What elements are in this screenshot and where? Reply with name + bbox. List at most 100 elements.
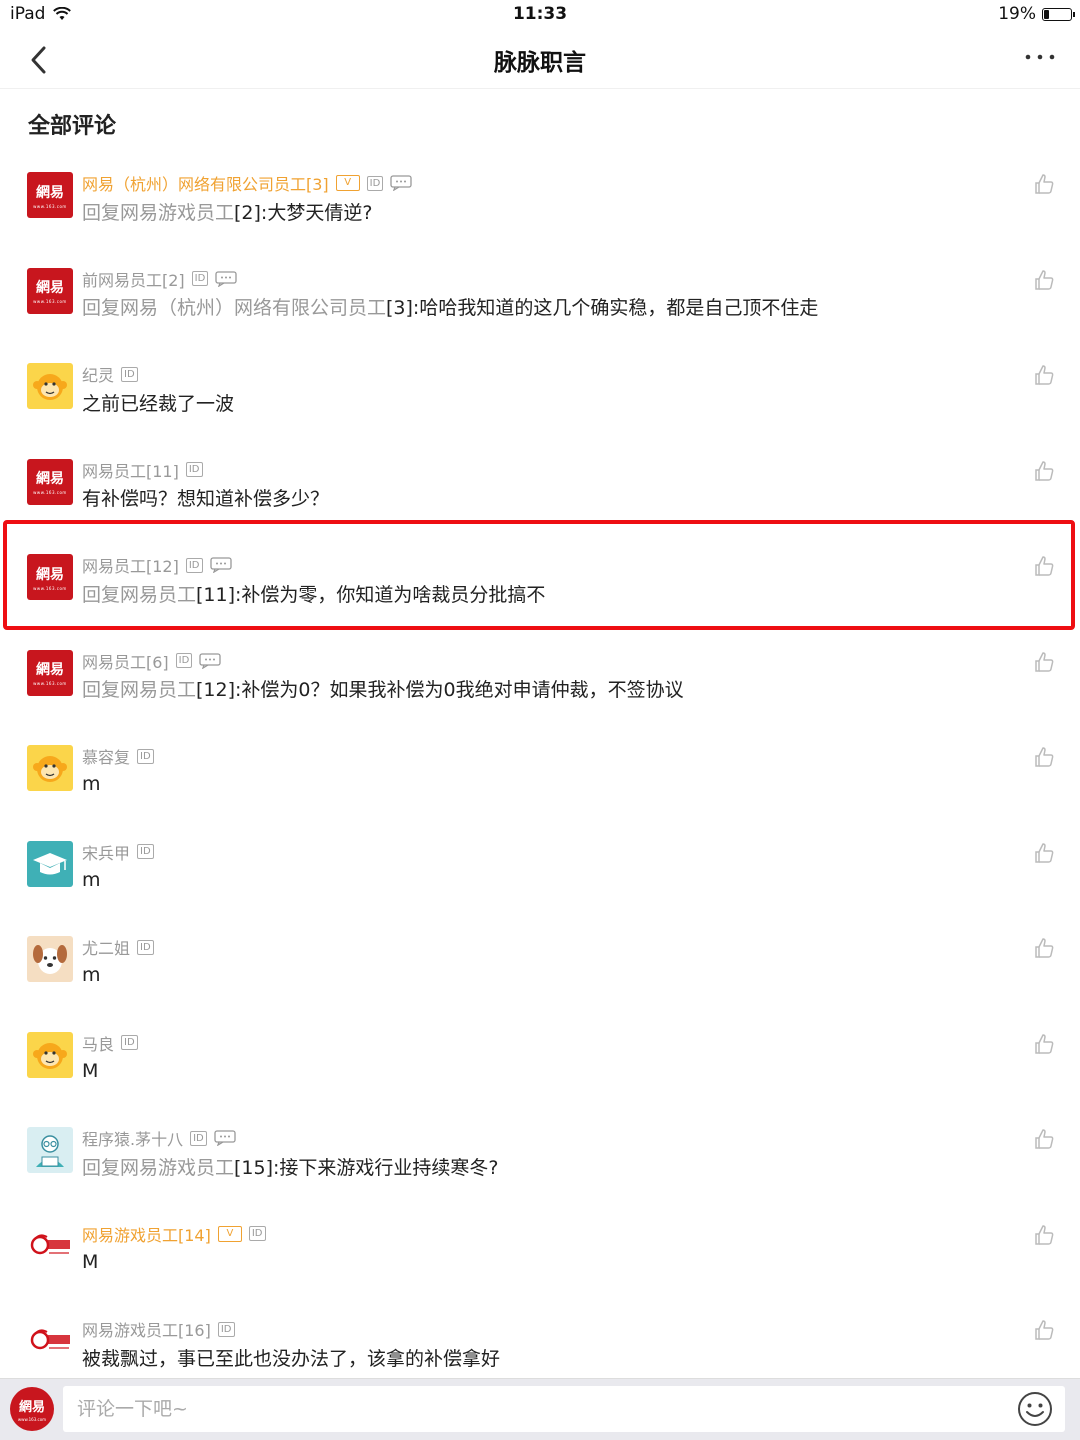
author-name[interactable]: 网易员工[12] <box>82 553 179 577</box>
comment-body[interactable]: 之前已经裁了一波 <box>82 389 234 415</box>
comment-body[interactable]: M <box>82 1249 98 1275</box>
thumbs-up-icon[interactable] <box>1032 268 1056 292</box>
author-name[interactable]: 尤二姐 <box>82 935 130 959</box>
reply-target[interactable]: 回复网易（杭州）网络有限公司员工 <box>82 293 386 320</box>
comment-text: [3]:哈哈我知道的这几个确实稳，都是自己顶不住走 <box>386 297 819 319</box>
thumbs-up-icon[interactable] <box>1032 841 1056 865</box>
comment-text: 被裁飘过，事已至此也没办法了，该拿的补偿拿好 <box>82 1347 501 1370</box>
more-options-icon[interactable] <box>1022 45 1058 69</box>
comment-item[interactable]: 宋兵甲 ID m <box>0 811 1080 907</box>
comment-item[interactable]: 程序猿.茅十八 ID 回复网易游戏员工 [15]:接下来游戏行业持续寒冬? <box>0 1097 1080 1193</box>
comment-item[interactable]: 尤二姐 ID m <box>0 906 1080 1002</box>
comment-text: [15]:接下来游戏行业持续寒冬? <box>234 1156 499 1179</box>
comment-body[interactable]: M <box>82 1058 98 1084</box>
verified-badge: V <box>217 1225 242 1242</box>
chat-bubble-icon[interactable] <box>209 557 232 573</box>
netease-avatar[interactable]: 網易 www.163.com <box>27 458 73 505</box>
comment-item[interactable]: 网易游戏员工[14] V ID M <box>0 1193 1080 1289</box>
monkey-avatar[interactable] <box>27 1031 73 1078</box>
comment-body[interactable]: 有补偿吗？想知道补偿多少？ <box>82 485 329 511</box>
thumbs-up-icon[interactable] <box>1032 745 1056 769</box>
author-name[interactable]: 网易游戏员工[16] <box>82 1317 211 1341</box>
comment-text: M <box>82 1250 99 1273</box>
chat-bubble-icon[interactable] <box>215 270 237 287</box>
reply-target[interactable]: 回复网易游戏员工 <box>82 198 234 225</box>
author-name[interactable]: 宋兵甲 <box>82 840 130 864</box>
user-avatar[interactable]: 網易 www.163.com <box>10 1387 54 1431</box>
graduation-cap-avatar[interactable] <box>27 840 73 887</box>
battery-level <box>1044 9 1049 19</box>
netease-avatar[interactable]: 網易 www.163.com <box>27 649 73 696</box>
comment-item[interactable]: 网易游戏员工[16] ID 被裁飘过，事已至此也没办法了，该拿的补偿拿好 <box>0 1288 1080 1384</box>
netease-avatar[interactable]: 網易 www.163.com <box>27 267 73 314</box>
thumbs-up-icon[interactable] <box>1032 1223 1056 1247</box>
comment-body[interactable]: 被裁飘过，事已至此也没办法了，该拿的补偿拿好 <box>82 1344 500 1370</box>
reply-target[interactable]: 回复网易游戏员工 <box>82 1153 234 1180</box>
id-badge: ID <box>121 1035 138 1050</box>
chat-bubble-icon[interactable] <box>214 1130 236 1146</box>
comment-item[interactable]: 马良 ID M <box>0 1002 1080 1098</box>
author-name[interactable]: 马良 <box>82 1031 114 1055</box>
comment-body[interactable]: 回复网易游戏员工 [2]:大梦天倩逆? <box>82 198 372 224</box>
id-badge: ID <box>191 271 209 286</box>
comment-item[interactable]: 網易 www.163.com 网易员工[6] ID 回复网易员工 [12]:补偿为0？如果… <box>0 620 1080 716</box>
coder-avatar[interactable] <box>27 1127 73 1173</box>
comment-body[interactable]: 回复网易游戏员工 [15]:接下来游戏行业持续寒冬? <box>82 1153 499 1179</box>
comment-body[interactable]: 回复网易（杭州）网络有限公司员工 [3]:哈哈我知道的这几个确实稳，都是自己顶不住… <box>82 294 818 320</box>
reply-target[interactable]: 回复网易员工 <box>82 580 196 607</box>
thumbs-up-icon[interactable] <box>1032 554 1056 578</box>
comment-body[interactable]: m <box>82 867 101 893</box>
chat-bubble-icon[interactable] <box>199 652 221 669</box>
author-name[interactable]: 网易员工[11] <box>82 458 179 482</box>
verified-badge: V <box>335 175 360 191</box>
comment-input-bar: 網易 www.163.com <box>0 1378 1080 1440</box>
comment-item[interactable]: 網易 www.163.com 网易（杭州）网络有限公司员工[3] V ID 回复网易游戏员… <box>0 142 1080 238</box>
comment-text: m <box>82 773 101 795</box>
netease-games-avatar[interactable] <box>27 1318 73 1364</box>
comment-text: m <box>82 868 101 891</box>
reply-target[interactable]: 回复网易员工 <box>82 675 196 702</box>
author-name[interactable]: 网易游戏员工[14] <box>82 1222 211 1246</box>
id-badge: ID <box>366 175 384 191</box>
author-name[interactable]: 纪灵 <box>82 362 114 386</box>
thumbs-up-icon[interactable] <box>1032 459 1056 483</box>
monkey-avatar[interactable] <box>27 745 73 791</box>
author-name[interactable]: 程序猿.茅十八 <box>82 1126 183 1150</box>
comment-item[interactable]: 網易 www.163.com 网易员工[11] ID 有补偿吗？想知道补偿多少？ <box>0 429 1080 525</box>
thumbs-up-icon[interactable] <box>1032 363 1056 387</box>
author-name[interactable]: 网易员工[6] <box>82 649 169 673</box>
comment-meta: 网易游戏员工[14] V ID <box>82 1223 266 1245</box>
comment-body[interactable]: 回复网易员工 [11]:补偿为零，你知道为啥裁员分批搞不 <box>82 580 545 606</box>
page-title: 脉脉职言 <box>494 50 586 76</box>
comment-list: 網易 www.163.com 网易（杭州）网络有限公司员工[3] V ID 回复网易游戏员… <box>0 142 1080 1384</box>
comment-body[interactable]: m <box>82 962 101 988</box>
thumbs-up-icon[interactable] <box>1032 172 1056 196</box>
author-name[interactable]: 慕容复 <box>82 744 130 768</box>
comment-input[interactable] <box>63 1386 1065 1432</box>
thumbs-up-icon[interactable] <box>1032 1127 1056 1151</box>
nav-bar: 脉脉职言 <box>0 30 1080 89</box>
status-bar: iPad 11:33 19% <box>0 0 1080 30</box>
id-badge: ID <box>185 462 203 477</box>
author-name[interactable]: 网易（杭州）网络有限公司员工[3] <box>82 171 329 195</box>
thumbs-up-icon[interactable] <box>1032 1032 1056 1056</box>
comment-meta: 网易游戏员工[16] ID <box>82 1318 235 1340</box>
monkey-avatar[interactable] <box>27 363 73 409</box>
dog-avatar[interactable] <box>27 936 73 982</box>
comment-item[interactable]: 網易 www.163.com 网易员工[12] ID 回复网易员工 [11]:补偿为零，你… <box>0 524 1080 620</box>
netease-avatar[interactable]: 網易 www.163.com <box>27 172 73 218</box>
comment-item[interactable]: 網易 www.163.com 前网易员工[2] ID 回复网易（杭州）网络有限公司员工[… <box>0 238 1080 334</box>
thumbs-up-icon[interactable] <box>1032 650 1056 674</box>
chat-bubble-icon[interactable] <box>390 175 412 191</box>
comment-text: m <box>82 964 101 986</box>
comment-body[interactable]: m <box>82 771 101 797</box>
comment-item[interactable]: 慕容复 ID m <box>0 715 1080 811</box>
comment-item[interactable]: 纪灵 ID 之前已经裁了一波 <box>0 333 1080 429</box>
netease-avatar[interactable]: 網易 www.163.com <box>27 554 73 600</box>
thumbs-up-icon[interactable] <box>1032 1318 1056 1342</box>
emoji-icon[interactable] <box>1016 1390 1054 1428</box>
thumbs-up-icon[interactable] <box>1032 936 1056 960</box>
comment-body[interactable]: 回复网易员工 [12]:补偿为0？如果我补偿为0我绝对申请仲裁，不签协议 <box>82 676 684 702</box>
author-name[interactable]: 前网易员工[2] <box>82 267 185 291</box>
netease-games-avatar[interactable] <box>27 1222 73 1269</box>
